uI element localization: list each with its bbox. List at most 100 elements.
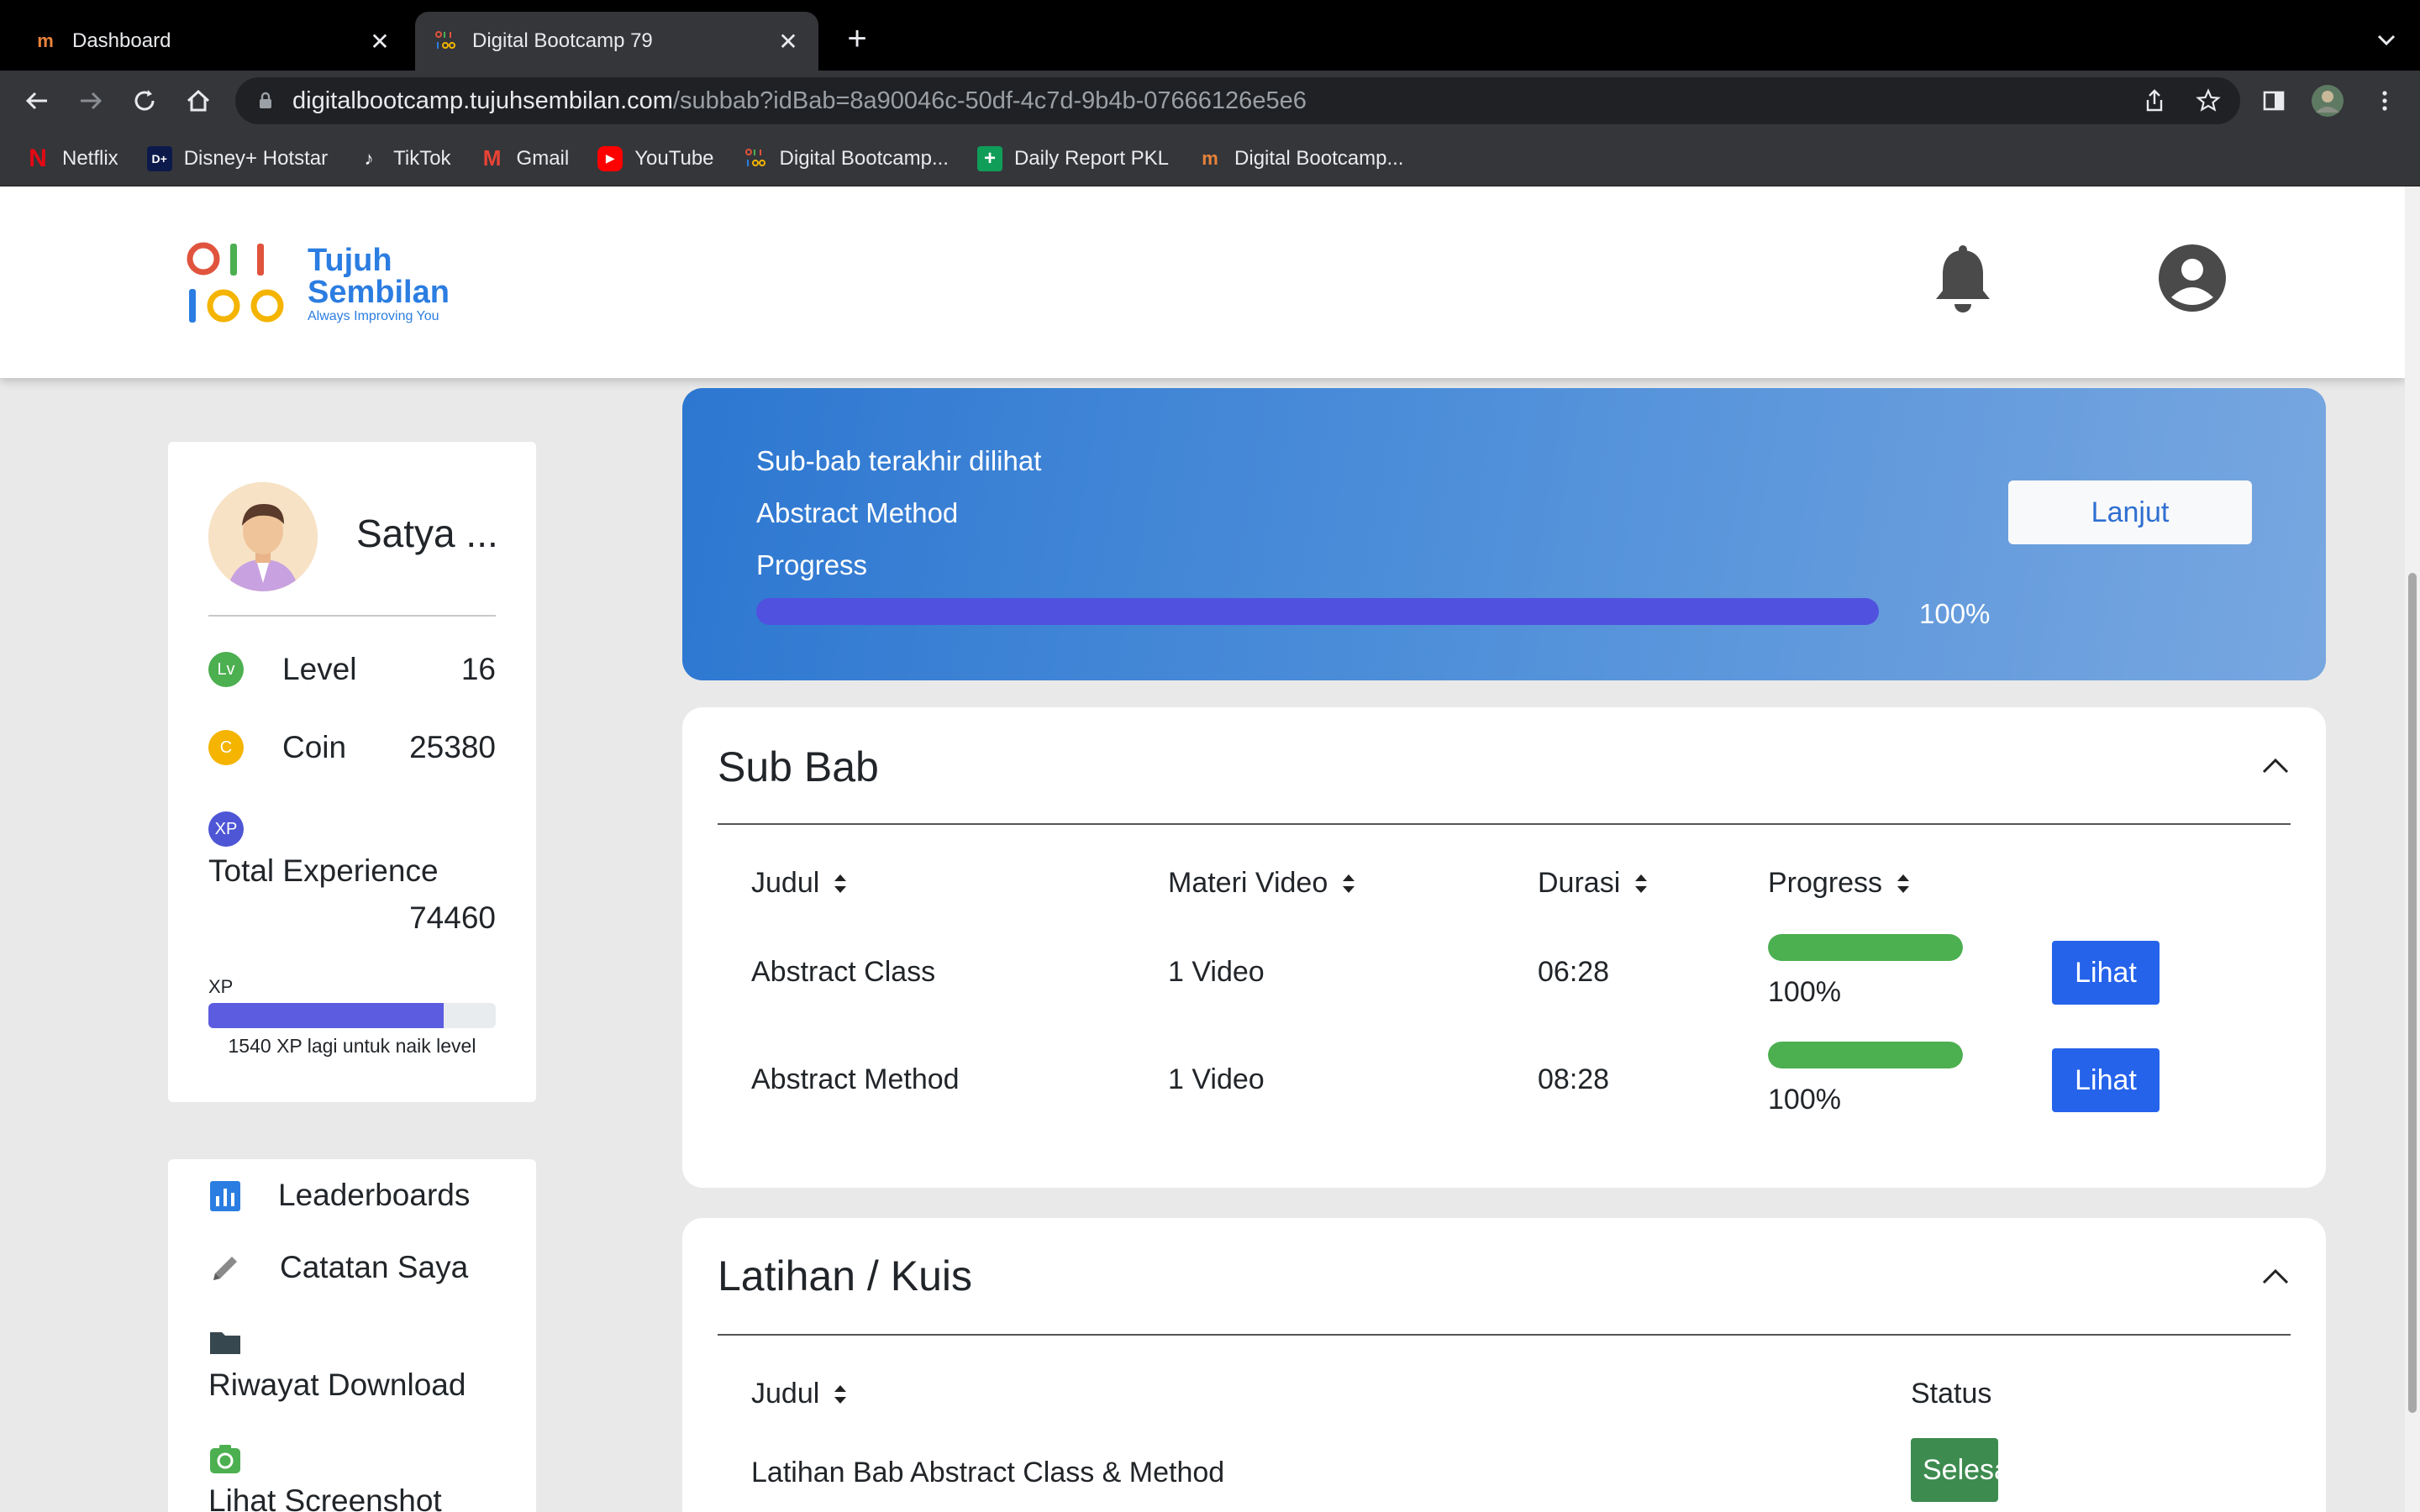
reload-icon[interactable] [128,84,161,118]
bookmark-hotstar[interactable]: D+ Disney+ Hotstar [146,145,328,171]
column-header: Progress [1768,867,1883,899]
new-tab-button[interactable]: + [840,22,874,55]
bookmark-label: Digital Bootcamp... [779,146,949,170]
screenshot-icon [208,1443,242,1477]
level-stat: Lv Level 16 [208,652,496,687]
tujuhsembilan-icon: m [1202,147,1218,169]
youtube-icon: ▶ [597,145,623,171]
logo-tagline: Always Improving You [308,309,439,323]
browser-tab-bar: m Dashboard ✕ Digital Bootcamp 79 ✕ + [0,0,2420,71]
forward-arrow-icon[interactable] [74,84,108,118]
sort-icon [1897,874,1910,893]
divider [718,823,2291,825]
side-panel-icon[interactable] [2257,84,2291,118]
menu-card: Leaderboards Catatan Saya Riwayat Downlo… [168,1159,536,1512]
logo[interactable]: Tujuh Sembilan Always Improving You [187,239,450,331]
col-status: Status [1911,1378,1991,1410]
row-progress-pct: 100% [1768,1084,1841,1116]
banner-progress-label: Progress [756,549,868,580]
xp-badge-icon: XP [208,811,244,847]
column-header: Judul [751,867,820,899]
row-durasi: 06:28 [1538,956,1610,988]
tiktok-icon: ♪ [364,147,374,169]
col-materi-video[interactable]: Materi Video [1168,867,1356,900]
chevron-up-icon[interactable] [2259,749,2292,783]
chevron-up-icon[interactable] [2259,1260,2292,1294]
bookmark-gmail[interactable]: M Gmail [480,145,570,171]
avatar [208,482,318,591]
digitalbootcamp-icon [432,28,459,55]
col-judul[interactable]: Judul [751,867,848,900]
column-header: Durasi [1538,867,1621,899]
close-icon[interactable]: ✕ [775,28,802,55]
share-icon[interactable] [2138,84,2171,118]
menu-leaderboards[interactable]: Leaderboards [278,1178,470,1213]
lanjut-button[interactable]: Lanjut [2008,480,2252,544]
scrollbar-thumb[interactable] [2408,573,2417,1413]
tab-digital-bootcamp[interactable]: Digital Bootcamp 79 ✕ [415,12,818,71]
bookmark-tiktok[interactable]: ♪ TikTok [356,146,451,171]
menu-lihat-screenshot[interactable]: Lihat Screenshot [208,1483,442,1512]
account-circle-icon[interactable] [2158,244,2227,312]
col-durasi[interactable]: Durasi [1538,867,1649,900]
row-progress-pct: 100% [1768,976,1841,1008]
banner-title: Sub-bab terakhir dilihat [756,445,1042,476]
last-viewed-banner: Sub-bab terakhir dilihat Abstract Method… [682,388,2326,680]
subbab-card: Sub Bab Judul Materi Video Durasi Progre… [682,707,2326,1188]
profile-name: Satya ... [356,512,498,555]
row-judul: Latihan Bab Abstract Class & Method [751,1457,1225,1488]
url-host: digitalbootcamp.tujuhsembilan.com [292,87,673,114]
bookmark-youtube[interactable]: ▶ YouTube [597,145,714,171]
page-scrollbar[interactable] [2405,186,2420,1512]
xp-progress-fill [208,1003,445,1028]
bookmark-digital-bootcamp-2[interactable]: m Digital Bootcamp... [1197,146,1403,171]
url-path: /subbab?idBab=8a90046c-50df-4c7d-9b4b-07… [672,87,1307,114]
row-durasi: 08:28 [1538,1063,1610,1095]
more-vert-icon[interactable] [2368,84,2402,118]
xp-label: XP [208,976,234,997]
profile-avatar-icon[interactable] [2311,84,2344,118]
subbab-title: Sub Bab [718,743,879,790]
status-badge[interactable]: Selesai [1911,1438,1998,1502]
menu-catatan-saya[interactable]: Catatan Saya [280,1250,468,1285]
bookmarks-bar: N Netflix D+ Disney+ Hotstar ♪ TikTok M … [0,131,2420,186]
bookmark-label: Digital Bootcamp... [1234,146,1404,170]
sort-icon [1343,874,1355,893]
coin-value: 25380 [409,730,496,764]
notification-bell-icon[interactable] [1933,245,1993,316]
bookmark-label: YouTube [634,146,714,170]
row-progress-fill [1768,1042,1963,1068]
bookmark-label: TikTok [393,146,451,170]
row-judul: Abstract Method [751,1063,960,1095]
chevron-down-icon[interactable] [2371,25,2402,55]
latihan-card: Latihan / Kuis Judul Status Latihan Bab … [682,1218,2326,1512]
banner-progress-bar [756,598,1879,625]
lihat-button[interactable]: Lihat [2052,941,2160,1005]
bookmark-digital-bootcamp[interactable]: Digital Bootcamp... [743,146,949,171]
page-content: Tujuh Sembilan Always Improving You Saty… [0,186,2420,1512]
banner-progress-pct: 100% [1919,598,1991,629]
tab-title: Dashboard [72,29,171,52]
lock-icon[interactable] [254,89,277,113]
col-judul[interactable]: Judul [751,1378,848,1410]
address-bar[interactable]: digitalbootcamp.tujuhsembilan.com/subbab… [235,77,2240,124]
level-label: Level [282,652,357,686]
lihat-button[interactable]: Lihat [2052,1048,2160,1112]
back-arrow-icon[interactable] [20,84,54,118]
tab-dashboard[interactable]: m Dashboard ✕ [15,12,410,71]
column-header: Judul [751,1378,820,1410]
close-icon[interactable]: ✕ [366,28,393,55]
col-progress[interactable]: Progress [1768,867,1911,900]
pencil-icon [208,1252,242,1285]
row-progress-bar [1768,934,1963,961]
star-icon[interactable] [2191,84,2225,118]
sheets-icon: + [976,145,1002,171]
sort-icon [834,1384,847,1404]
menu-riwayat-download[interactable]: Riwayat Download [208,1368,466,1403]
profile-card: Satya ... Lv Level 16 C Coin 25380 XP To… [168,442,536,1102]
home-icon[interactable] [182,84,215,118]
row-materi: 1 Video [1168,956,1265,988]
row-progress-fill [1768,934,1963,961]
bookmark-netflix[interactable]: N Netflix [25,144,118,172]
bookmark-daily-report[interactable]: + Daily Report PKL [976,145,1169,171]
